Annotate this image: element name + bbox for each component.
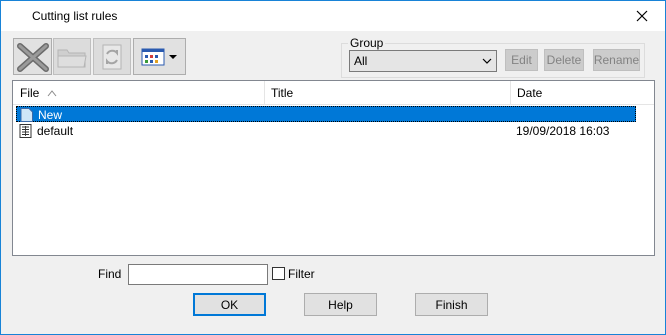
list-item-date: 19/09/2018 16:03 bbox=[516, 124, 610, 138]
chevron-down-icon bbox=[169, 54, 177, 59]
title-bar: Cutting list rules bbox=[1, 1, 665, 31]
list-item[interactable]: default 19/09/2018 16:03 bbox=[16, 123, 636, 139]
file-list[interactable]: File Title Date New default 19/09/2018 1… bbox=[12, 80, 655, 256]
column-header-title[interactable]: Title bbox=[264, 81, 510, 105]
edit-button[interactable]: Edit bbox=[505, 49, 538, 71]
open-folder-button[interactable] bbox=[53, 38, 91, 75]
chevron-down-icon bbox=[482, 58, 492, 64]
column-header-date-label: Date bbox=[517, 86, 543, 100]
list-item-name: default bbox=[37, 124, 74, 138]
sort-ascending-icon bbox=[47, 90, 57, 97]
close-button[interactable] bbox=[619, 1, 665, 31]
column-header-date[interactable]: Date bbox=[510, 81, 650, 105]
column-header-title-label: Title bbox=[271, 86, 294, 100]
blank-document-icon bbox=[20, 108, 33, 122]
delete-x-icon bbox=[16, 42, 49, 72]
delete-group-button[interactable]: Delete bbox=[544, 49, 584, 71]
dialog-window: Cutting list rules Group All Edit Delete… bbox=[0, 0, 666, 335]
group-select-value: All bbox=[354, 54, 368, 68]
group-label: Group bbox=[348, 36, 386, 50]
column-header-file[interactable]: File bbox=[13, 81, 264, 105]
view-mode-icon bbox=[141, 48, 165, 65]
list-item-name: New bbox=[38, 108, 63, 122]
ok-button[interactable]: OK bbox=[193, 293, 266, 316]
spreadsheet-document-icon bbox=[19, 124, 32, 138]
group-select[interactable]: All bbox=[349, 50, 497, 72]
view-mode-button[interactable] bbox=[133, 38, 186, 75]
list-header: File Title Date bbox=[13, 81, 654, 105]
refresh-button[interactable] bbox=[93, 38, 131, 75]
close-icon bbox=[636, 10, 648, 22]
filter-checkbox[interactable] bbox=[272, 267, 285, 280]
refresh-icon bbox=[102, 44, 122, 69]
folder-icon bbox=[57, 49, 87, 67]
delete-button[interactable] bbox=[13, 38, 52, 75]
list-item[interactable]: New bbox=[16, 106, 636, 122]
filter-label[interactable]: Filter bbox=[288, 267, 315, 281]
finish-button[interactable]: Finish bbox=[415, 293, 488, 316]
find-input[interactable] bbox=[128, 264, 268, 285]
help-button[interactable]: Help bbox=[304, 293, 377, 316]
column-header-file-label: File bbox=[20, 86, 40, 100]
rename-button[interactable]: Rename bbox=[593, 49, 640, 71]
window-title: Cutting list rules bbox=[32, 9, 118, 23]
find-label: Find bbox=[98, 267, 122, 281]
